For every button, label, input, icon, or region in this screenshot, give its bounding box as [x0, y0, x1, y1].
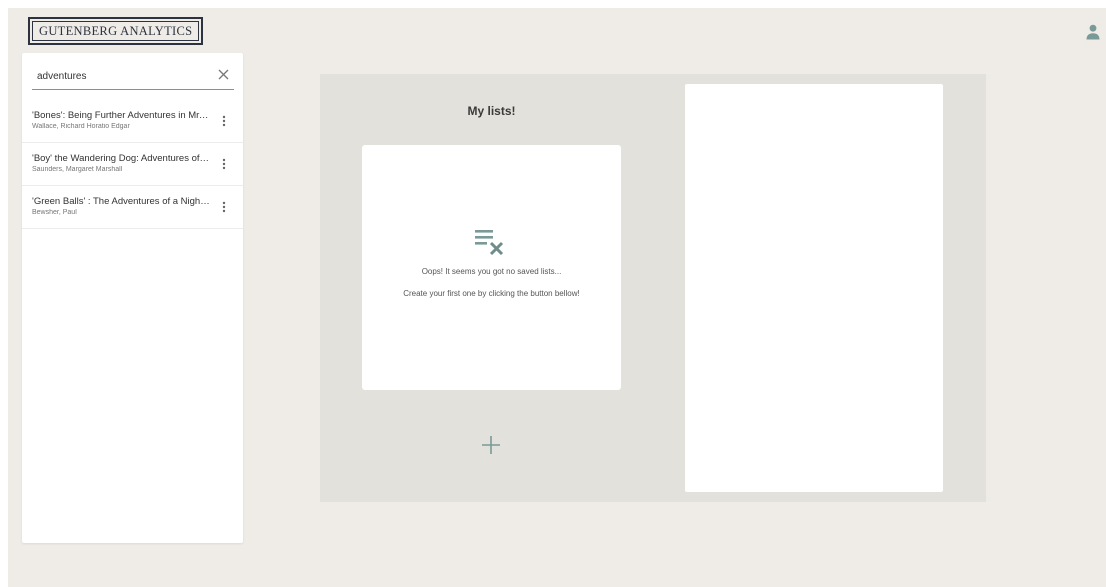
result-author: Saunders, Margaret Marshall — [32, 166, 123, 173]
logo-text: GUTENBERG ANALYTICS — [32, 21, 200, 41]
search-result-item[interactable]: 'Boy' the Wandering Dog: Adventures of .… — [22, 143, 243, 186]
close-icon[interactable] — [218, 69, 229, 80]
search-result-item[interactable]: 'Bones': Being Further Adventures in Mr.… — [22, 100, 243, 143]
more-vert-icon[interactable] — [218, 157, 230, 171]
result-author: Bewsher, Paul — [32, 209, 77, 216]
empty-lists-card: Oops! It seems you got no saved lists...… — [362, 145, 621, 390]
result-title: 'Green Balls' : The Adventures of a Nigh… — [32, 196, 210, 207]
more-vert-icon[interactable] — [218, 200, 230, 214]
empty-hint: Create your first one by clicking the bu… — [403, 289, 580, 298]
search-panel: 'Bones': Being Further Adventures in Mr.… — [22, 53, 243, 543]
result-author: Wallace, Richard Horatio Edgar — [32, 123, 130, 130]
result-title: 'Bones': Being Further Adventures in Mr.… — [32, 110, 210, 121]
search-field — [32, 65, 234, 90]
search-input[interactable] — [37, 67, 207, 85]
my-lists-section: My lists! Oops! It seems you got no save… — [320, 74, 986, 502]
search-result-item[interactable]: 'Green Balls' : The Adventures of a Nigh… — [22, 186, 243, 229]
playlist-remove-icon — [475, 230, 504, 256]
lists-title: My lists! — [467, 104, 516, 118]
empty-message: Oops! It seems you got no saved lists... — [421, 267, 562, 276]
search-results-list: 'Bones': Being Further Adventures in Mr.… — [22, 100, 243, 229]
list-detail-panel — [685, 84, 943, 492]
result-title: 'Boy' the Wandering Dog: Adventures of .… — [32, 153, 210, 164]
more-vert-icon[interactable] — [218, 114, 230, 128]
app-logo[interactable]: GUTENBERG ANALYTICS — [28, 17, 204, 45]
app-shell: GUTENBERG ANALYTICS 'Bones': Being Furth… — [8, 8, 1106, 587]
plus-icon[interactable] — [480, 434, 502, 456]
person-icon[interactable] — [1086, 24, 1100, 40]
